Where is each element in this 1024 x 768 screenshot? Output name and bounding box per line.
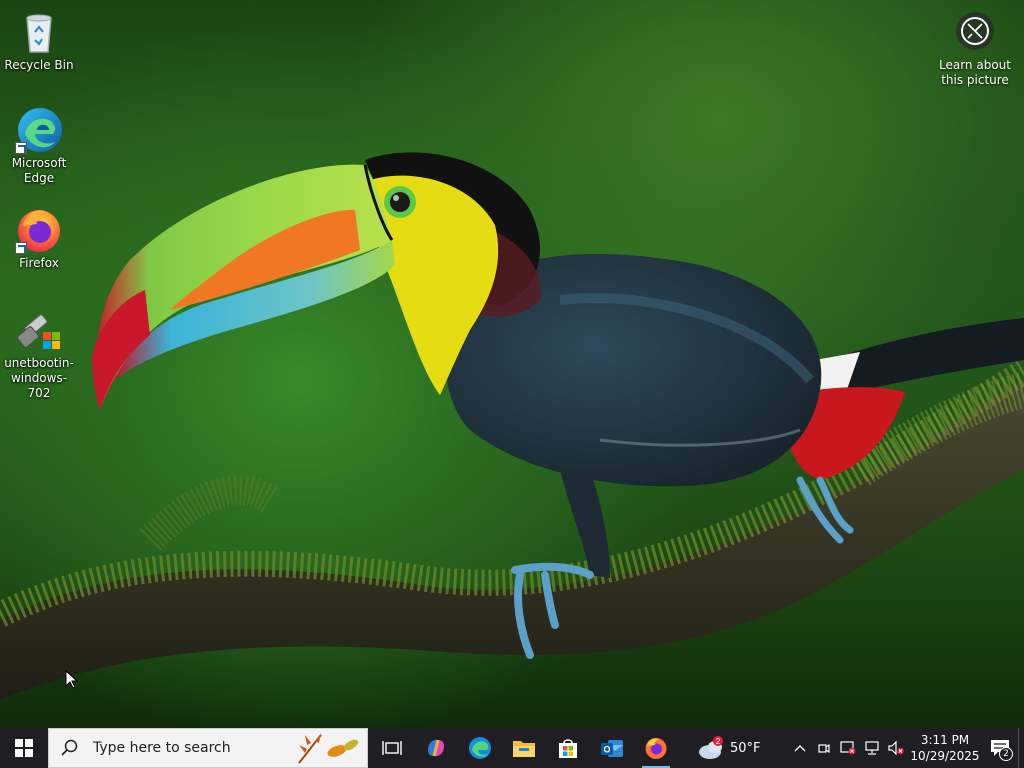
- desktop-icon-label: Recycle Bin: [4, 58, 74, 72]
- firefox-icon: [645, 738, 667, 759]
- desktop-icon-label: unetbootin-windows-702: [4, 356, 74, 400]
- security-icon: [840, 741, 856, 755]
- outlook-icon: O: [601, 740, 623, 757]
- learn-about-picture[interactable]: Learn about this picture: [936, 12, 1014, 88]
- clock-date: 10/29/2025: [910, 749, 980, 763]
- show-hidden-icons-button[interactable]: [788, 728, 812, 768]
- learn-about-picture-label: Learn about this picture: [939, 58, 1011, 87]
- system-tray: 3:11 PM 10/29/2025 2: [788, 728, 1024, 768]
- folder-icon: [513, 741, 535, 757]
- network-icon: [865, 741, 879, 755]
- action-center-button[interactable]: 2: [982, 728, 1018, 768]
- volume-muted-icon: [888, 741, 904, 755]
- chevron-up-icon: [794, 745, 806, 752]
- desktop-icon-edge[interactable]: Microsoft Edge: [1, 106, 77, 186]
- toucan-scene: [0, 152, 1024, 700]
- taskbar-copilot[interactable]: [414, 728, 458, 768]
- weather-badge: 2: [716, 737, 721, 746]
- taskbar-outlook[interactable]: O: [590, 728, 634, 768]
- taskbar-file-explorer[interactable]: [502, 728, 546, 768]
- windows-logo-icon: [15, 739, 33, 757]
- camera-icon: [956, 12, 994, 50]
- tray-security[interactable]: [836, 728, 860, 768]
- edge-icon: [15, 106, 63, 154]
- cloud-icon: 2: [699, 736, 723, 759]
- taskbar-clock[interactable]: 3:11 PM 10/29/2025: [908, 732, 982, 764]
- firefox-icon: [15, 206, 63, 254]
- taskbar-firefox[interactable]: [634, 728, 678, 768]
- notification-count-badge: 2: [999, 747, 1013, 761]
- task-view-icon: [382, 741, 402, 755]
- desktop-icon-firefox[interactable]: Firefox: [1, 206, 77, 271]
- search-placeholder: Type here to search: [93, 740, 231, 756]
- search-icon: [61, 739, 78, 756]
- edge-icon: [469, 737, 491, 759]
- show-desktop-button[interactable]: [1018, 728, 1024, 768]
- unetbootin-icon: [15, 306, 63, 354]
- clock-time: 3:11 PM: [920, 733, 970, 747]
- desktop-icon-label: Microsoft Edge: [11, 156, 67, 185]
- recycle-bin-icon: [15, 8, 63, 56]
- taskbar: Type here to search O 2 50°F 3:11 PM 10/…: [0, 728, 1024, 768]
- meet-now-icon: [818, 743, 830, 754]
- desktop-icon-unetbootin[interactable]: unetbootin-windows-702: [1, 306, 77, 401]
- search-highlight-autumn-leaves-icon: [298, 733, 359, 764]
- tray-volume[interactable]: [884, 728, 908, 768]
- copilot-icon: [428, 739, 444, 757]
- tray-network[interactable]: [860, 728, 884, 768]
- mouse-cursor-icon: [65, 670, 79, 689]
- desktop-icon-label: Firefox: [19, 256, 59, 270]
- desktop-icon-recycle-bin[interactable]: Recycle Bin: [1, 8, 77, 73]
- taskbar-task-view[interactable]: [370, 728, 414, 768]
- start-button[interactable]: [0, 728, 48, 768]
- store-icon: [559, 739, 577, 758]
- taskbar-search-box[interactable]: Type here to search: [48, 728, 368, 768]
- weather-temperature: 50°F: [730, 740, 761, 756]
- desktop-wallpaper: [0, 0, 1024, 728]
- tray-meet-now[interactable]: [812, 728, 836, 768]
- taskbar-weather[interactable]: 2 50°F: [696, 735, 776, 761]
- taskbar-microsoft-store[interactable]: [546, 728, 590, 768]
- svg-text:O: O: [603, 745, 610, 755]
- shortcut-arrow-icon: [15, 142, 27, 154]
- shortcut-arrow-icon: [15, 242, 27, 254]
- taskbar-edge[interactable]: [458, 728, 502, 768]
